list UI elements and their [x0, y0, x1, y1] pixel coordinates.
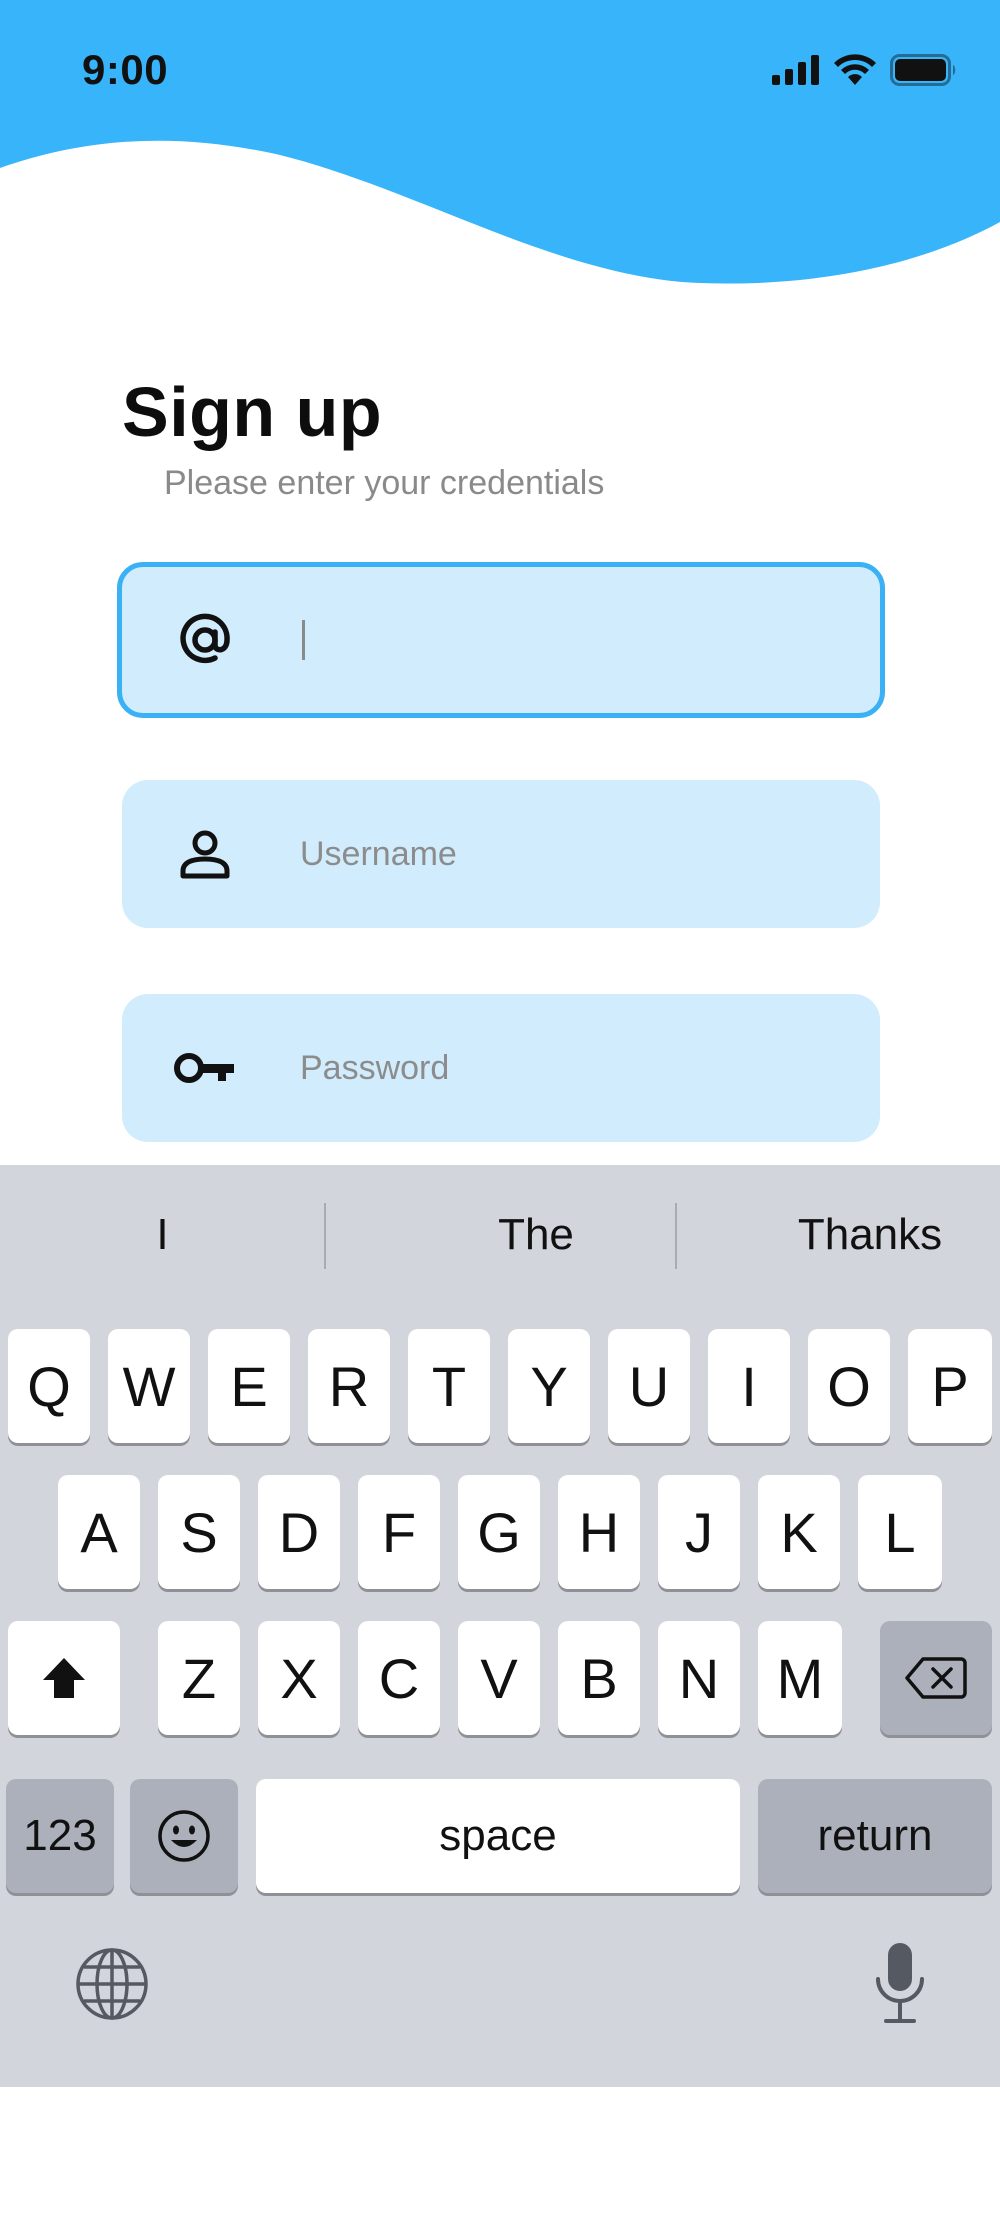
onscreen-keyboard: I The Thanks Q W E R T Y U I O P A S D F…: [0, 1165, 1000, 2087]
space-key[interactable]: space: [256, 1779, 740, 1893]
username-field[interactable]: [122, 780, 880, 928]
return-key[interactable]: return: [758, 1779, 992, 1893]
key-u[interactable]: U: [608, 1329, 690, 1443]
page-subtitle: Please enter your credentials: [164, 464, 605, 502]
key-i[interactable]: I: [708, 1329, 790, 1443]
key-c[interactable]: C: [358, 1621, 440, 1735]
shift-icon: [43, 1658, 85, 1698]
page-title: Sign up: [122, 373, 383, 451]
suggestion-item[interactable]: I: [0, 1165, 325, 1305]
password-input[interactable]: [300, 1038, 840, 1098]
backspace-key[interactable]: [880, 1621, 992, 1735]
status-bar: 9:00: [0, 0, 1000, 140]
user-icon: [170, 819, 240, 889]
key-t[interactable]: T: [408, 1329, 490, 1443]
key-s[interactable]: S: [158, 1475, 240, 1589]
suggestion-item[interactable]: Thanks: [680, 1165, 1000, 1305]
key-p[interactable]: P: [908, 1329, 992, 1443]
key-f[interactable]: F: [358, 1475, 440, 1589]
wifi-icon: [834, 54, 876, 85]
suggestion-divider: [675, 1203, 677, 1269]
key-l[interactable]: L: [858, 1475, 942, 1589]
microphone-icon[interactable]: [872, 1941, 928, 2025]
emoji-key[interactable]: [130, 1779, 238, 1893]
key-m[interactable]: M: [758, 1621, 842, 1735]
key-a[interactable]: A: [58, 1475, 140, 1589]
shift-key[interactable]: [8, 1621, 120, 1735]
key-x[interactable]: X: [258, 1621, 340, 1735]
backspace-icon: [905, 1657, 967, 1699]
key-z[interactable]: Z: [158, 1621, 240, 1735]
home-indicator-area: [0, 2087, 1000, 2223]
key-d[interactable]: D: [258, 1475, 340, 1589]
key-y[interactable]: Y: [508, 1329, 590, 1443]
key-j[interactable]: J: [658, 1475, 740, 1589]
suggestion-bar: I The Thanks: [0, 1165, 1000, 1305]
username-input[interactable]: [300, 824, 840, 884]
key-k[interactable]: K: [758, 1475, 840, 1589]
numbers-key[interactable]: 123: [6, 1779, 114, 1893]
cellular-signal-icon: [772, 55, 819, 85]
emoji-icon: [158, 1810, 210, 1862]
at-sign-icon: [170, 605, 240, 675]
key-r[interactable]: R: [308, 1329, 390, 1443]
key-q[interactable]: Q: [8, 1329, 90, 1443]
key-icon: [170, 1033, 240, 1103]
key-o[interactable]: O: [808, 1329, 890, 1443]
key-b[interactable]: B: [558, 1621, 640, 1735]
key-e[interactable]: E: [208, 1329, 290, 1443]
suggestion-divider: [324, 1203, 326, 1269]
key-v[interactable]: V: [458, 1621, 540, 1735]
key-h[interactable]: H: [558, 1475, 640, 1589]
email-input[interactable]: [300, 610, 840, 670]
globe-icon[interactable]: [74, 1946, 150, 2022]
status-time: 9:00: [82, 46, 169, 93]
password-field[interactable]: [122, 994, 880, 1142]
key-w[interactable]: W: [108, 1329, 190, 1443]
email-field[interactable]: [117, 562, 885, 718]
key-g[interactable]: G: [458, 1475, 540, 1589]
battery-icon: [890, 54, 956, 86]
key-n[interactable]: N: [658, 1621, 740, 1735]
status-icons: [772, 54, 958, 86]
